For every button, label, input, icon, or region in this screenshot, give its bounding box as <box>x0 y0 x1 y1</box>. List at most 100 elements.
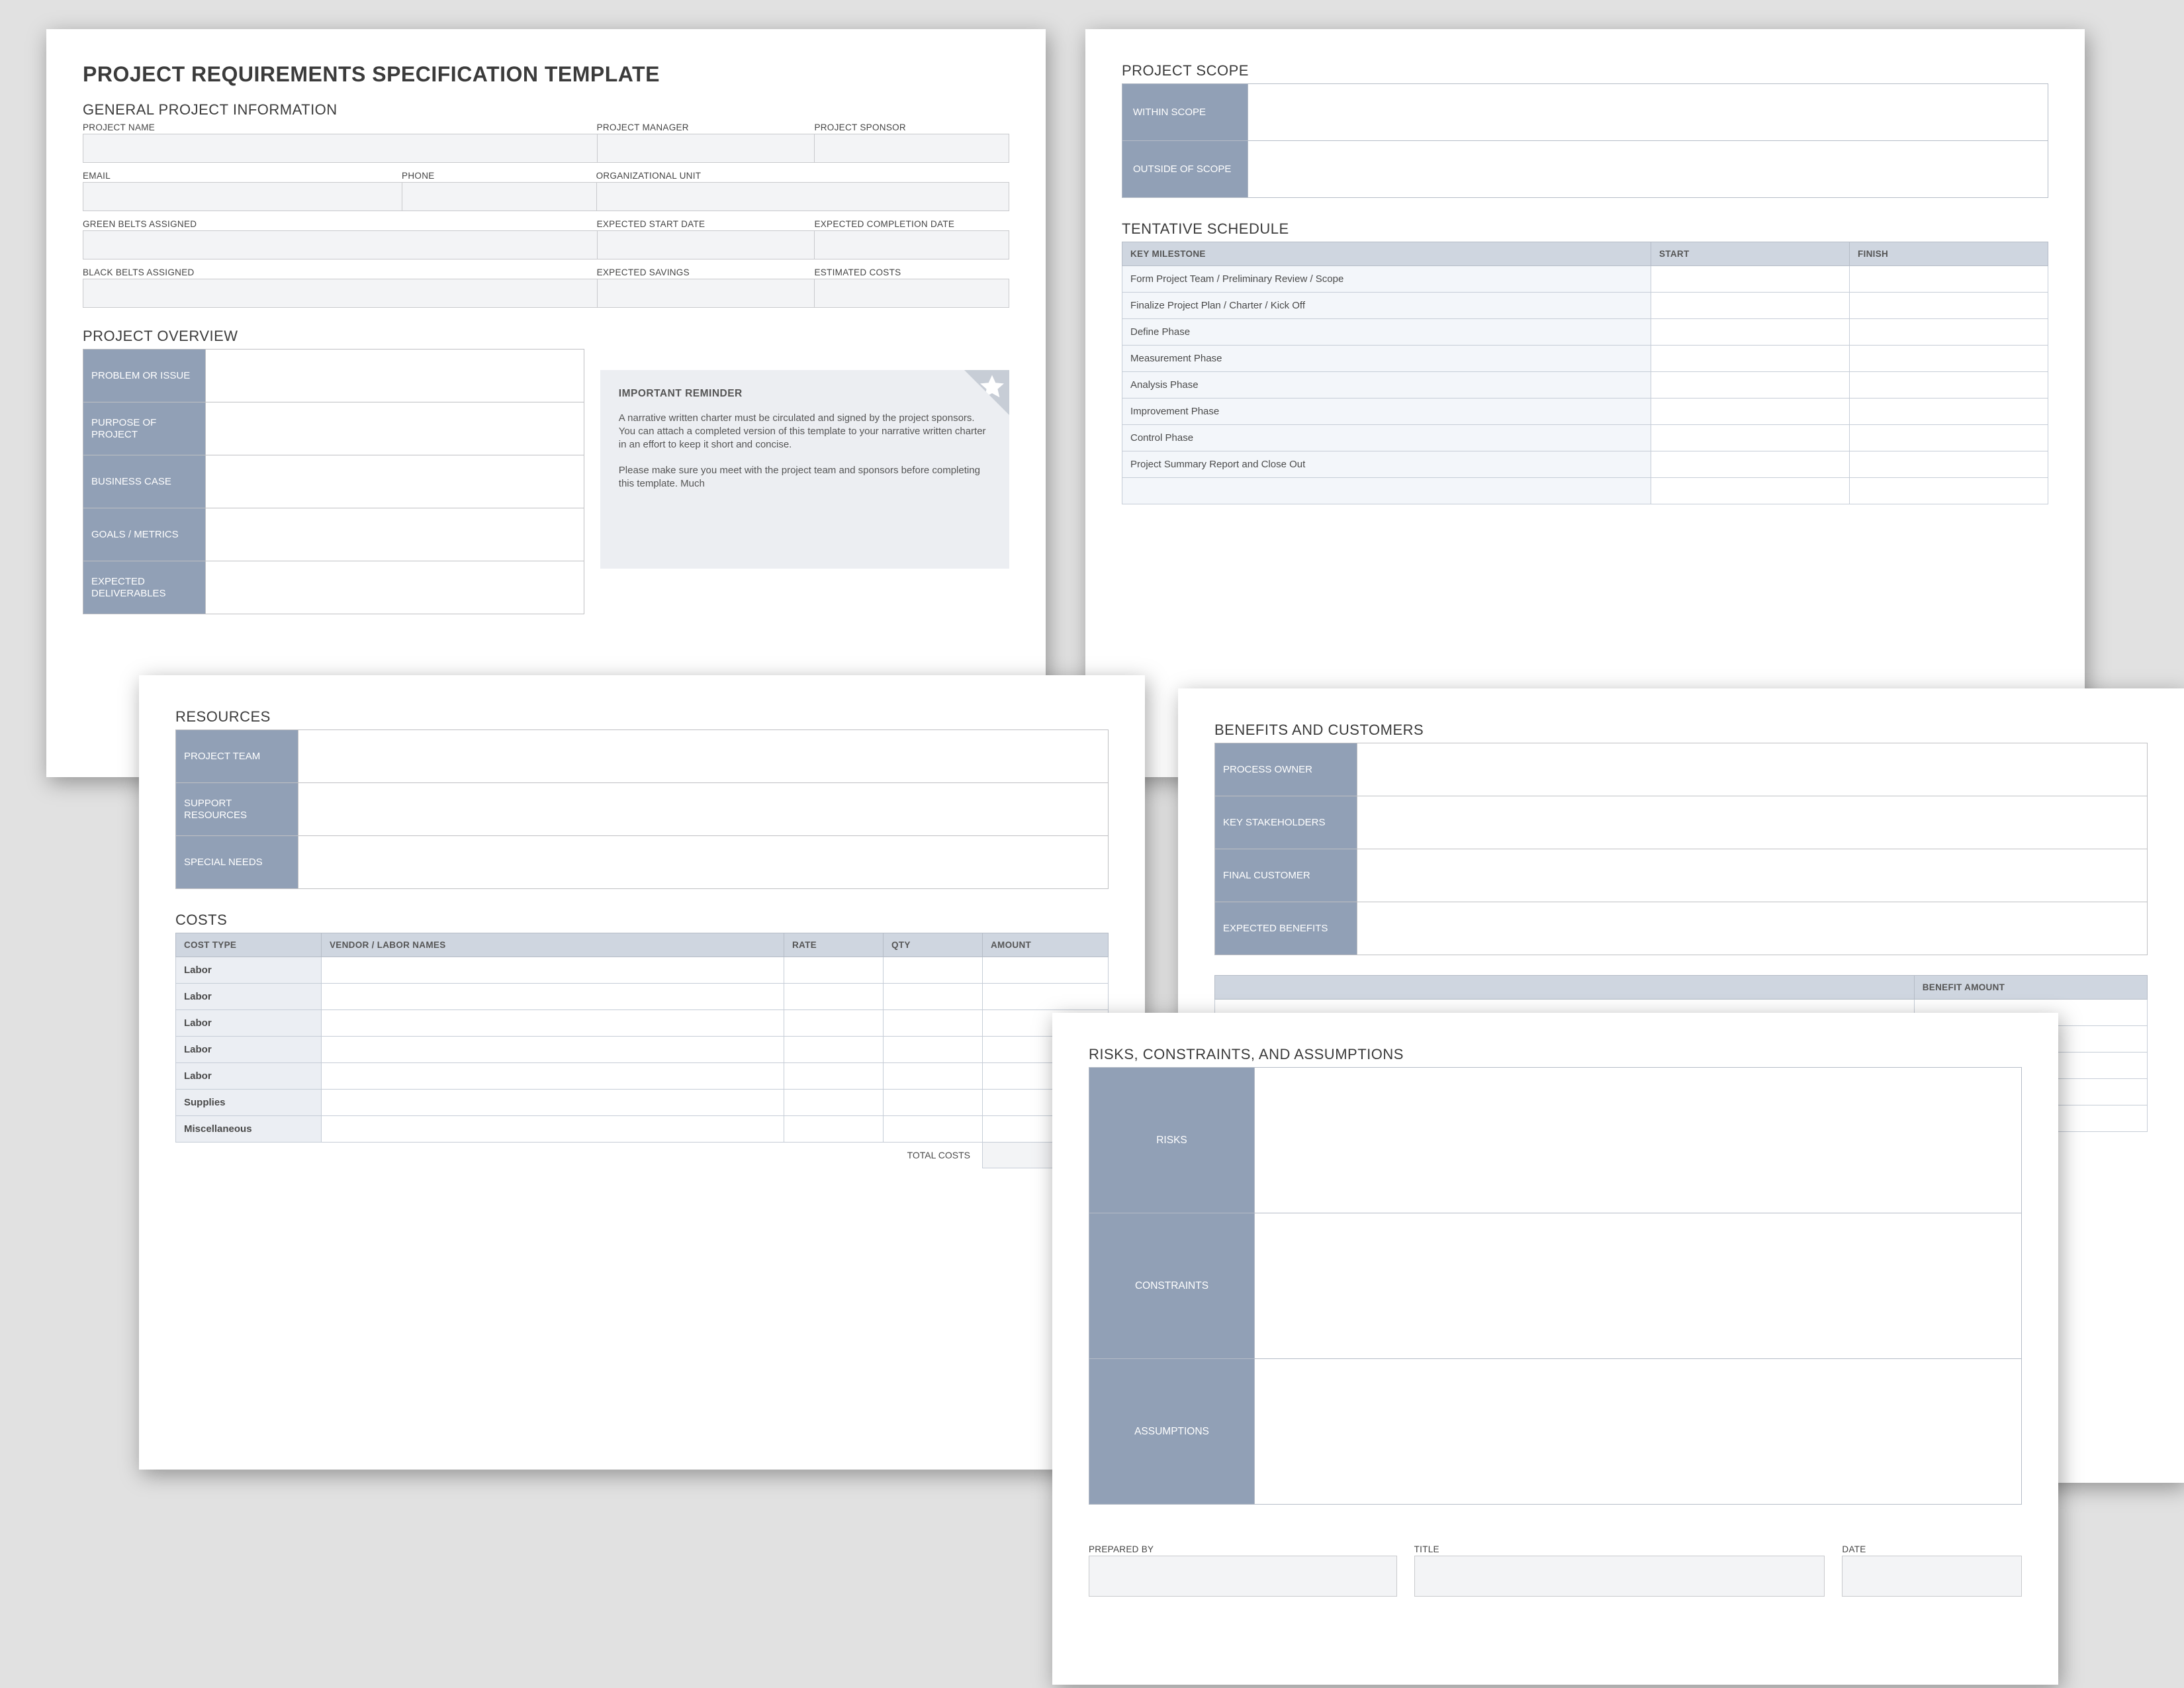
cost-cell[interactable] <box>983 957 1109 984</box>
cost-cell[interactable] <box>322 957 784 984</box>
cost-cell[interactable] <box>884 1010 983 1037</box>
cost-cell[interactable] <box>784 1090 884 1116</box>
benefits-row-label: EXPECTED BENEFITS <box>1215 902 1357 955</box>
cost-cell[interactable] <box>784 957 884 984</box>
resources-row-label: PROJECT TEAM <box>176 730 298 783</box>
schedule-milestone: Finalize Project Plan / Charter / Kick O… <box>1122 293 1651 319</box>
schedule-cell[interactable] <box>1651 451 1850 478</box>
overview-row-cell[interactable] <box>206 350 584 402</box>
benefits-row-cell[interactable] <box>1357 849 2148 902</box>
input-org-unit[interactable] <box>596 182 1009 211</box>
input-exp-start[interactable] <box>597 230 815 259</box>
resources-row-cell[interactable] <box>298 783 1109 836</box>
rca-cell[interactable] <box>1255 1359 2022 1505</box>
scope-row-label: WITHIN SCOPE <box>1122 84 1248 141</box>
resources-row-label: SPECIAL NEEDS <box>176 836 298 889</box>
benefits-row-cell[interactable] <box>1357 743 2148 796</box>
costs-col: QTY <box>884 933 983 957</box>
overview-row-cell[interactable] <box>206 561 584 614</box>
cost-cell[interactable] <box>884 1116 983 1143</box>
label-black-belts: BLACK BELTS ASSIGNED <box>83 267 598 279</box>
schedule-cell[interactable] <box>1850 266 2048 293</box>
cost-cell[interactable] <box>322 1010 784 1037</box>
cost-cell[interactable] <box>784 1037 884 1063</box>
schedule-cell[interactable] <box>1651 372 1850 399</box>
cost-cell[interactable] <box>884 1037 983 1063</box>
schedule-cell[interactable] <box>1850 346 2048 372</box>
schedule-milestone: Improvement Phase <box>1122 399 1651 425</box>
input-title[interactable] <box>1414 1556 1825 1597</box>
benefits-row-cell[interactable] <box>1357 796 2148 849</box>
label-exp-complete: EXPECTED COMPLETION DATE <box>814 219 1009 230</box>
cost-cell[interactable] <box>784 1010 884 1037</box>
costs-total-label: TOTAL COSTS <box>176 1143 983 1168</box>
cost-cell[interactable] <box>322 984 784 1010</box>
schedule-cell[interactable] <box>1850 293 2048 319</box>
overview-row-label: PURPOSE OF PROJECT <box>83 402 206 455</box>
input-phone[interactable] <box>402 182 597 211</box>
costs-col: VENDOR / LABOR NAMES <box>322 933 784 957</box>
cost-cell[interactable] <box>884 1090 983 1116</box>
schedule-cell[interactable] <box>1850 399 2048 425</box>
input-project-name[interactable] <box>83 134 598 163</box>
input-date[interactable] <box>1842 1556 2022 1597</box>
schedule-table: KEY MILESTONE START FINISH Form Project … <box>1122 242 2048 504</box>
costs-col: RATE <box>784 933 884 957</box>
schedule-cell[interactable] <box>1651 319 1850 346</box>
resources-row-cell[interactable] <box>298 836 1109 889</box>
cost-cell[interactable] <box>322 1063 784 1090</box>
schedule-milestone: Control Phase <box>1122 425 1651 451</box>
cost-cell[interactable] <box>784 1063 884 1090</box>
cost-type: Labor <box>176 984 322 1010</box>
cost-cell[interactable] <box>983 984 1109 1010</box>
cost-cell[interactable] <box>322 1116 784 1143</box>
input-prepared-by[interactable] <box>1089 1556 1397 1597</box>
input-exp-savings[interactable] <box>597 279 815 308</box>
schedule-cell[interactable] <box>1651 399 1850 425</box>
risks-table: RISKS CONSTRAINTS ASSUMPTIONS <box>1089 1067 2022 1505</box>
schedule-cell[interactable] <box>1850 319 2048 346</box>
cost-cell[interactable] <box>884 1063 983 1090</box>
cost-cell[interactable] <box>322 1037 784 1063</box>
input-black-belts[interactable] <box>83 279 598 308</box>
benefit-amount-col: BENEFIT AMOUNT <box>1914 976 2147 1000</box>
resources-row-cell[interactable] <box>298 730 1109 783</box>
schedule-cell[interactable] <box>1850 451 2048 478</box>
overview-row-cell[interactable] <box>206 455 584 508</box>
input-email[interactable] <box>83 182 402 211</box>
cost-cell[interactable] <box>784 984 884 1010</box>
input-est-costs[interactable] <box>814 279 1009 308</box>
schedule-heading: TENTATIVE SCHEDULE <box>1122 220 2048 238</box>
schedule-milestone <box>1122 478 1651 504</box>
scope-row-cell[interactable] <box>1248 84 2048 141</box>
overview-table: PROBLEM OR ISSUE PURPOSE OF PROJECT BUSI… <box>83 349 584 614</box>
cost-cell[interactable] <box>884 984 983 1010</box>
schedule-cell[interactable] <box>1850 425 2048 451</box>
schedule-cell[interactable] <box>1651 293 1850 319</box>
cost-cell[interactable] <box>784 1116 884 1143</box>
schedule-cell[interactable] <box>1651 425 1850 451</box>
schedule-cell[interactable] <box>1850 478 2048 504</box>
input-project-sponsor[interactable] <box>814 134 1009 163</box>
resources-heading: RESOURCES <box>175 708 1109 726</box>
schedule-cell[interactable] <box>1850 372 2048 399</box>
rca-label: CONSTRAINTS <box>1089 1213 1255 1359</box>
schedule-cell[interactable] <box>1651 266 1850 293</box>
schedule-cell[interactable] <box>1651 346 1850 372</box>
cost-cell[interactable] <box>884 957 983 984</box>
schedule-milestone: Analysis Phase <box>1122 372 1651 399</box>
schedule-cell[interactable] <box>1651 478 1850 504</box>
label-prepared-by: PREPARED BY <box>1089 1544 1397 1556</box>
overview-row-cell[interactable] <box>206 508 584 561</box>
cost-cell[interactable] <box>322 1090 784 1116</box>
input-green-belts[interactable] <box>83 230 598 259</box>
rca-cell[interactable] <box>1255 1213 2022 1359</box>
page-title: PROJECT REQUIREMENTS SPECIFICATION TEMPL… <box>83 62 1009 87</box>
benefits-row-cell[interactable] <box>1357 902 2148 955</box>
input-project-manager[interactable] <box>597 134 815 163</box>
overview-row-cell[interactable] <box>206 402 584 455</box>
cost-type: Labor <box>176 957 322 984</box>
rca-cell[interactable] <box>1255 1068 2022 1213</box>
input-exp-complete[interactable] <box>814 230 1009 259</box>
scope-row-cell[interactable] <box>1248 141 2048 198</box>
